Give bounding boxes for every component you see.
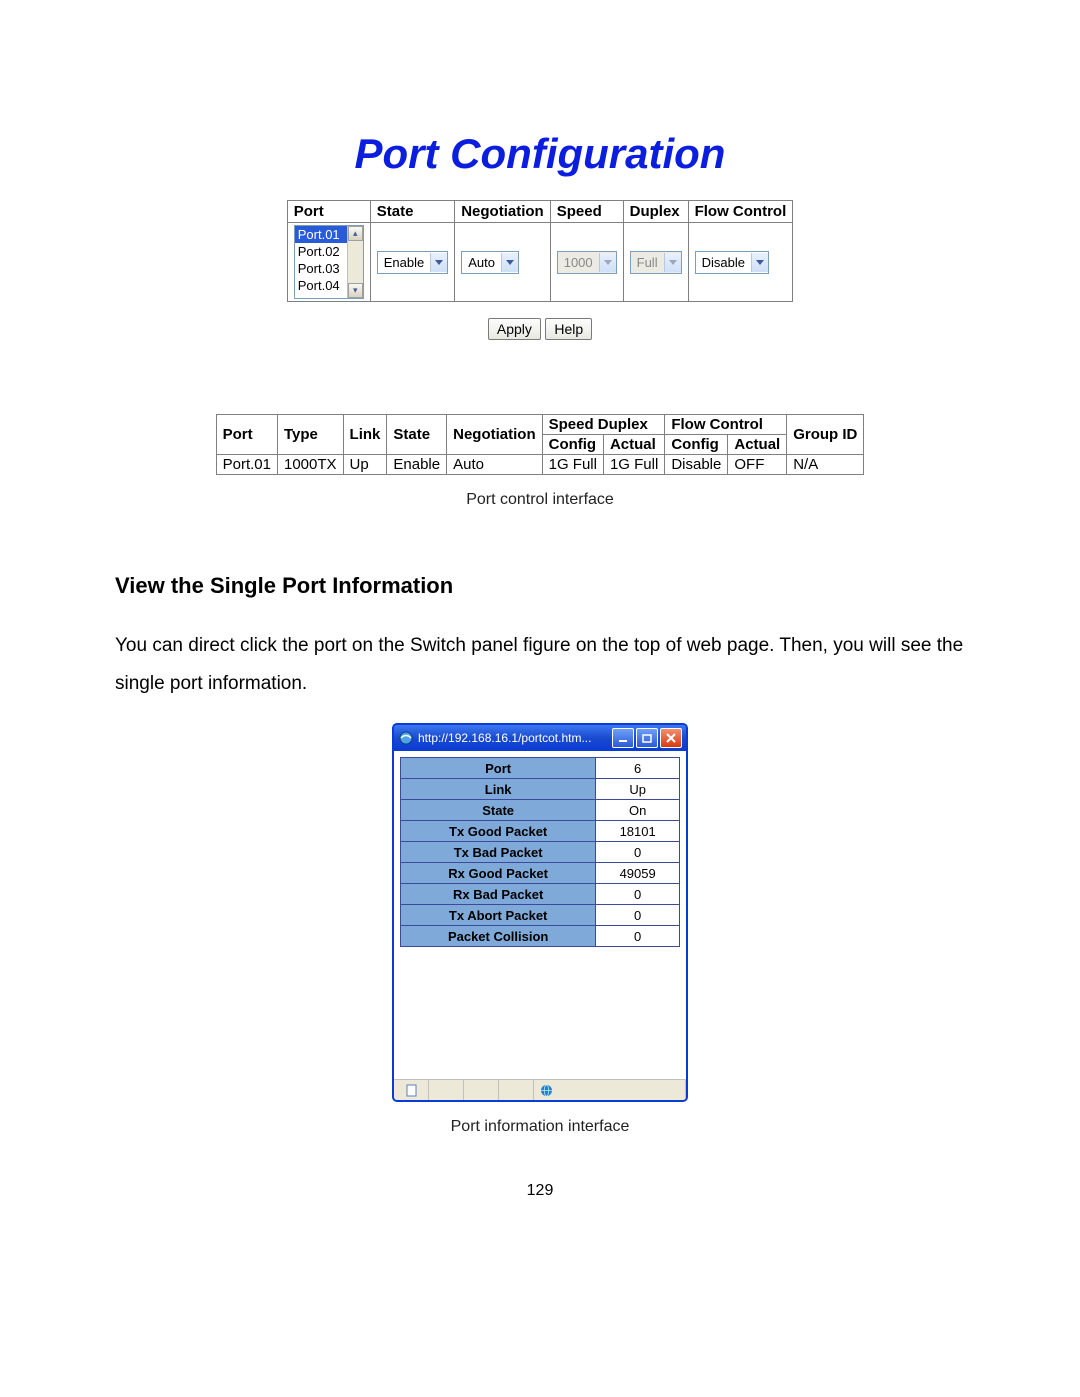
chevron-down-icon [430,253,447,272]
status-header-type: Type [278,415,344,455]
info-key: Tx Abort Packet [401,905,596,926]
caption-port-info: Port information interface [115,1118,965,1136]
page-number: 129 [115,1182,965,1200]
cfg-header-state: State [370,201,454,223]
info-val: On [596,800,680,821]
status-cell [429,1080,464,1100]
status-cell: 1000TX [278,455,344,475]
popup-titlebar[interactable]: http://192.168.16.1/portcot.htm... [394,725,686,751]
port-list-scrollbar[interactable]: ▴ ▾ [347,226,363,298]
status-header-group: Group ID [787,415,864,455]
popup-statusbar [394,1079,686,1100]
apply-button[interactable]: Apply [488,318,541,340]
globe-icon [540,1084,553,1097]
page-title: Port Configuration [115,130,965,178]
info-val: 49059 [596,863,680,884]
scroll-down-icon[interactable]: ▾ [348,283,363,298]
popup-window: http://192.168.16.1/portcot.htm... Port6… [392,723,688,1102]
info-val: 0 [596,926,680,947]
status-header-sd-config: Config [542,435,603,455]
port-config-table-wrap: Port State Negotiation Speed Duplex Flow… [115,200,965,302]
info-key: Rx Bad Packet [401,884,596,905]
page-icon [405,1084,418,1097]
status-cell: 1G Full [603,455,664,475]
status-cell: N/A [787,455,864,475]
status-header-port: Port [216,415,277,455]
cfg-header-duplex: Duplex [623,201,688,223]
status-cell: Port.01 [216,455,277,475]
status-header-link: Link [343,415,387,455]
scroll-up-icon[interactable]: ▴ [348,226,363,241]
status-row: Port.01 1000TX Up Enable Auto 1G Full 1G… [216,455,864,475]
port-listbox[interactable]: Port.01 Port.02 Port.03 Port.04 ▴ ▾ [294,225,364,299]
paragraph: You can direct click the port on the Swi… [115,627,965,703]
status-header-speedduplex: Speed Duplex [542,415,665,435]
status-cell: 1G Full [542,455,603,475]
status-table: Port Type Link State Negotiation Speed D… [216,414,865,475]
info-key: Packet Collision [401,926,596,947]
duplex-select-value: Full [631,255,664,270]
chevron-down-icon [664,253,681,272]
port-config-table: Port State Negotiation Speed Duplex Flow… [287,200,794,302]
info-val: 0 [596,905,680,926]
port-info-table: Port6 LinkUp StateOn Tx Good Packet18101… [400,757,680,947]
cfg-header-port: Port [287,201,370,223]
duplex-select: Full [630,251,682,274]
status-cell: OFF [728,455,787,475]
section-heading: View the Single Port Information [115,573,965,599]
info-val: 0 [596,884,680,905]
flowcontrol-select-value: Disable [696,255,751,270]
popup-body-fill [400,947,680,1077]
info-key: Rx Good Packet [401,863,596,884]
status-icon-cell [394,1080,429,1100]
info-val: 18101 [596,821,680,842]
info-key: State [401,800,596,821]
chevron-down-icon [751,253,768,272]
status-header-fc-config: Config [665,435,728,455]
popup-wrap: http://192.168.16.1/portcot.htm... Port6… [115,723,965,1102]
info-key: Port [401,758,596,779]
maximize-button[interactable] [636,728,658,748]
popup-title: http://192.168.16.1/portcot.htm... [418,731,610,745]
negotiation-select-value: Auto [462,255,501,270]
status-header-flowcontrol: Flow Control [665,415,787,435]
status-header-fc-actual: Actual [728,435,787,455]
status-header-sd-actual: Actual [603,435,664,455]
status-cell [464,1080,499,1100]
document-page: Port Configuration Port State Negotiatio… [0,0,1080,1260]
help-button[interactable]: Help [545,318,592,340]
button-row: Apply Help [115,318,965,340]
cfg-header-speed: Speed [550,201,623,223]
popup-body: Port6 LinkUp StateOn Tx Good Packet18101… [394,751,686,1079]
info-key: Tx Bad Packet [401,842,596,863]
status-header-state: State [387,415,447,455]
status-table-wrap: Port Type Link State Negotiation Speed D… [115,414,965,475]
negotiation-select[interactable]: Auto [461,251,519,274]
status-cell: Disable [665,455,728,475]
minimize-button[interactable] [612,728,634,748]
ie-icon [398,730,414,746]
status-cell: Auto [447,455,543,475]
info-key: Link [401,779,596,800]
info-val: 0 [596,842,680,863]
close-button[interactable] [660,728,682,748]
info-val: 6 [596,758,680,779]
state-select[interactable]: Enable [377,251,448,274]
cfg-header-negotiation: Negotiation [455,201,551,223]
status-header-neg: Negotiation [447,415,543,455]
caption-port-control: Port control interface [115,491,965,509]
status-cell: Enable [387,455,447,475]
info-val: Up [596,779,680,800]
speed-select: 1000 [557,251,617,274]
speed-select-value: 1000 [558,255,599,270]
flowcontrol-select[interactable]: Disable [695,251,769,274]
info-key: Tx Good Packet [401,821,596,842]
status-cell [499,1080,534,1100]
status-zone [534,1080,686,1100]
status-cell: Up [343,455,387,475]
state-select-value: Enable [378,255,430,270]
chevron-down-icon [599,253,616,272]
chevron-down-icon [501,253,518,272]
cfg-header-flowcontrol: Flow Control [688,201,793,223]
